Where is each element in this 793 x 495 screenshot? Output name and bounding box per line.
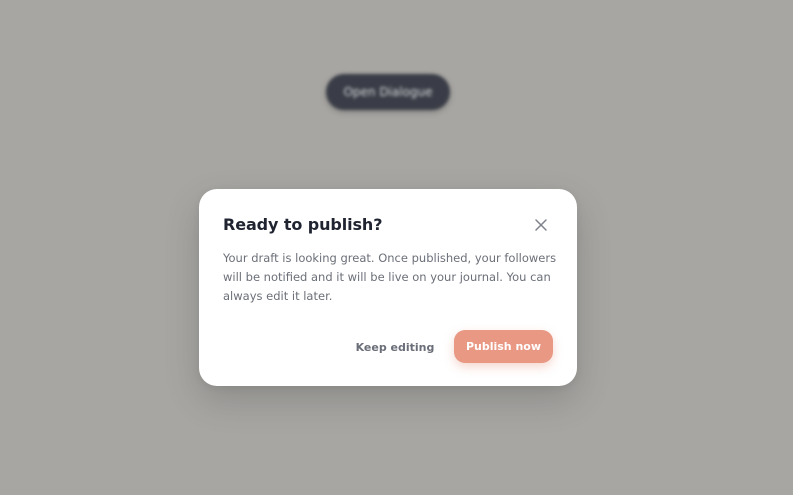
open-dialog-button: Open Dialogue xyxy=(326,74,450,110)
close-button[interactable] xyxy=(531,215,551,235)
publish-now-button[interactable]: Publish now xyxy=(454,330,553,363)
dialog-title: Ready to publish? xyxy=(223,215,383,234)
dialog-message: Your draft is looking great. Once publis… xyxy=(223,251,557,303)
keep-editing-button[interactable]: Keep editing xyxy=(349,331,441,363)
publish-dialog: Ready to publish? Your draft is looking … xyxy=(199,189,577,386)
close-icon xyxy=(535,219,547,231)
